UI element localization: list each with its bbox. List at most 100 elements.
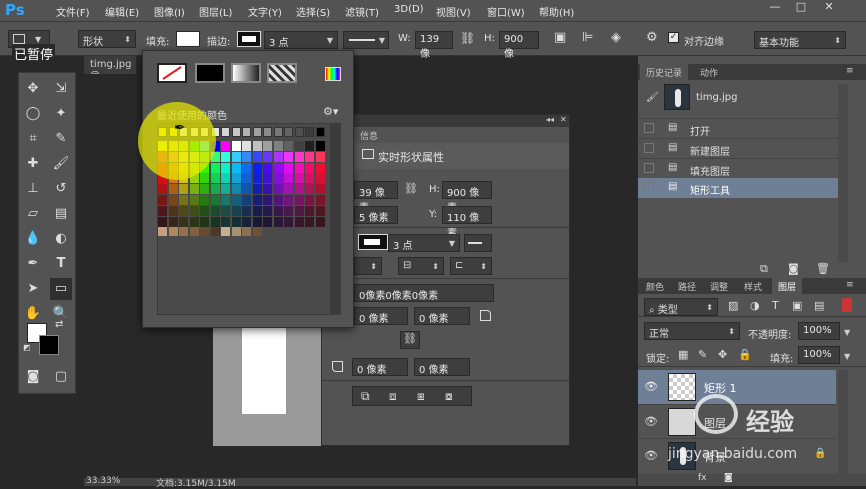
recent-swatch[interactable] [263,127,272,137]
recent-swatch[interactable] [221,127,230,137]
tab-color[interactable]: 颜色 [640,278,670,294]
color-swatch[interactable] [242,195,251,205]
color-swatch[interactable] [252,227,262,236]
chevron-down-icon[interactable]: ▼ [844,352,850,361]
color-swatch[interactable] [231,141,241,151]
color-swatch[interactable] [263,195,272,205]
background-color-swatch[interactable] [39,335,59,355]
lock-pixels-icon[interactable]: ✎ [698,348,707,361]
color-swatch[interactable] [273,151,283,162]
recent-swatch[interactable] [273,127,283,137]
color-swatch[interactable] [200,184,209,195]
color-swatch[interactable] [179,216,188,227]
color-swatch[interactable] [210,195,220,205]
trash-icon[interactable]: 🗑 [816,262,830,275]
recent-swatch[interactable] [252,127,262,137]
color-swatch[interactable] [158,195,167,205]
no-color-button[interactable] [157,63,187,83]
magic-wand-icon[interactable]: ✦ [50,103,72,125]
restore-icon[interactable]: □ [790,0,812,14]
align-edges-checkbox[interactable]: ✓ [668,32,679,43]
dodge-tool-icon[interactable]: ◐ [50,228,72,250]
color-swatch[interactable] [284,195,293,205]
color-swatch[interactable] [210,205,220,216]
visibility-icon[interactable]: 👁 [644,449,658,462]
color-swatch[interactable] [189,205,199,216]
color-swatch[interactable] [263,141,272,151]
color-swatch[interactable] [189,227,199,236]
prop-caps-select[interactable]: ⊟ ⬍ [398,257,444,275]
hand-tool-icon[interactable]: ✋ [22,303,44,325]
history-item[interactable]: ▤ 打开 [638,118,838,138]
color-swatch[interactable] [305,216,314,227]
new-document-from-state-icon[interactable]: ⧉ [760,262,768,276]
color-swatch[interactable] [158,216,167,227]
stroke-color-swatch[interactable] [237,31,261,47]
menu-filter[interactable]: 滤镜(T) [345,4,379,19]
solid-color-button[interactable] [195,63,225,83]
image-filter-icon[interactable]: ▨ [728,299,738,312]
menu-window[interactable]: 窗口(W) [487,4,525,19]
intersect-shape-icon[interactable]: ⧆ [417,389,425,404]
eraser-tool-icon[interactable]: ▱ [22,203,44,225]
prop-stroke-width-field[interactable]: 3 点 ▼ [388,234,460,252]
color-swatch[interactable] [231,195,241,205]
color-swatch[interactable] [242,151,251,162]
opacity-field[interactable]: 100% [798,322,840,340]
tab-styles[interactable]: 样式 [738,278,768,294]
color-swatch[interactable] [179,205,188,216]
color-swatch[interactable] [273,184,283,195]
color-swatch[interactable] [179,184,188,195]
color-swatch[interactable] [210,216,220,227]
color-swatch[interactable] [231,173,241,184]
recent-swatch[interactable] [305,127,314,137]
recent-swatch[interactable] [315,127,325,137]
color-swatch[interactable] [252,184,262,195]
color-swatch[interactable] [273,205,283,216]
collapse-icon[interactable]: ◂◂ [546,115,554,124]
prop-height-field[interactable]: 900 像素 [442,181,492,214]
recent-swatch[interactable] [294,127,304,137]
color-swatch[interactable] [252,141,262,151]
color-swatch[interactable] [284,141,293,151]
eyedropper-tool-icon[interactable]: ✎ [50,128,72,150]
color-swatch[interactable] [221,151,230,162]
color-swatch[interactable] [294,173,304,184]
color-swatch[interactable] [284,151,293,162]
history-snapshot[interactable]: 🖌 timg.jpg [640,84,836,112]
color-swatch[interactable] [179,227,188,236]
color-swatch[interactable] [315,141,325,151]
menu-layer[interactable]: 图层(L) [199,4,232,19]
color-swatch[interactable] [263,173,272,184]
color-swatch[interactable] [252,195,262,205]
prop-stroke-type-select[interactable] [464,234,492,252]
artboard-tool-icon[interactable]: ⇲ [50,78,72,100]
color-swatch[interactable] [200,195,209,205]
color-swatch[interactable] [242,173,251,184]
color-swatch[interactable] [284,162,293,173]
tab-actions[interactable]: 动作 [694,64,724,80]
color-swatch[interactable] [179,195,188,205]
color-swatch[interactable] [242,162,251,173]
recent-swatch[interactable] [242,127,251,137]
color-swatch[interactable] [305,162,314,173]
pattern-button[interactable] [267,63,297,83]
document-tab[interactable]: timg.jpg @ [84,56,136,81]
color-swatch[interactable] [252,162,262,173]
camera-icon[interactable]: ◙ [788,262,799,275]
color-swatch[interactable] [221,141,230,151]
color-swatch[interactable] [231,227,241,236]
color-swatch[interactable] [273,141,283,151]
swap-colors-icon[interactable]: ⇄ [55,319,63,330]
color-swatch[interactable] [294,151,304,162]
blend-mode-select[interactable]: 正常 ⬍ [644,322,740,340]
path-alignment-icon[interactable]: ⊫ [582,30,593,45]
prop-corner3-field[interactable]: 0 像素 [352,358,408,376]
lock-all-icon[interactable]: 🔒 [738,348,752,361]
color-swatch[interactable] [231,216,241,227]
visibility-icon[interactable]: 👁 [644,415,658,428]
color-swatch[interactable] [315,205,325,216]
color-swatch[interactable] [158,227,167,236]
prop-corners-summary[interactable]: 0像素0像素0像素 [354,284,494,302]
brush-tool-icon[interactable]: 🖌 [50,153,72,175]
